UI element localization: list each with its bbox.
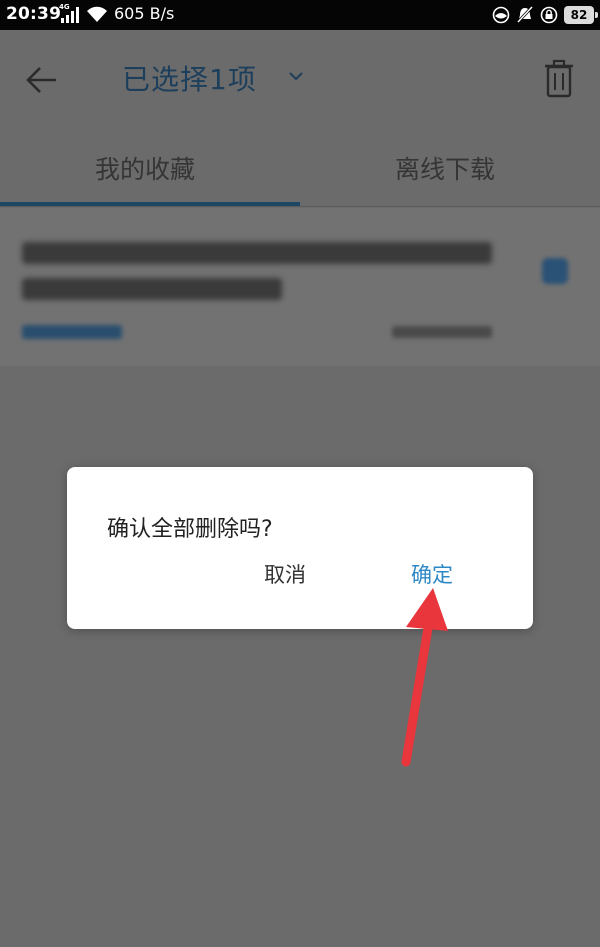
confirm-delete-dialog: 确认全部删除吗? 取消 确定 [67,467,533,629]
network-speed: 605 B/s [114,4,175,23]
back-arrow-icon[interactable] [22,60,62,100]
signal-icon [61,7,79,23]
status-time: 20:39 [6,4,62,24]
dialog-message: 确认全部删除吗? [107,517,273,542]
app-header: 已选择1项 [0,30,600,130]
status-icons: 82 [492,5,598,25]
list-item-title-blurred [22,238,522,310]
trash-icon[interactable] [542,58,576,100]
wifi-icon [87,6,107,22]
list-item-date-blurred [392,326,492,342]
cancel-button[interactable]: 取消 [264,559,306,589]
confirm-button[interactable]: 确定 [411,559,453,589]
status-bar: 20:39 4G 605 B/s 82 [0,0,600,30]
list-item-check-icon[interactable] [542,258,568,284]
eye-care-icon [492,6,510,24]
tab-offline-download[interactable]: 离线下载 [395,150,495,186]
tab-favorites[interactable]: 我的收藏 [95,150,195,186]
lock-rotation-icon [540,6,558,24]
selection-title[interactable]: 已选择1项 [122,58,257,98]
chevron-down-icon[interactable] [286,66,306,86]
mute-bell-icon [516,6,534,24]
list-item[interactable] [0,208,600,366]
battery-icon: 82 [564,6,598,24]
tab-divider [0,206,600,207]
list-item-tag-blurred [22,324,122,343]
